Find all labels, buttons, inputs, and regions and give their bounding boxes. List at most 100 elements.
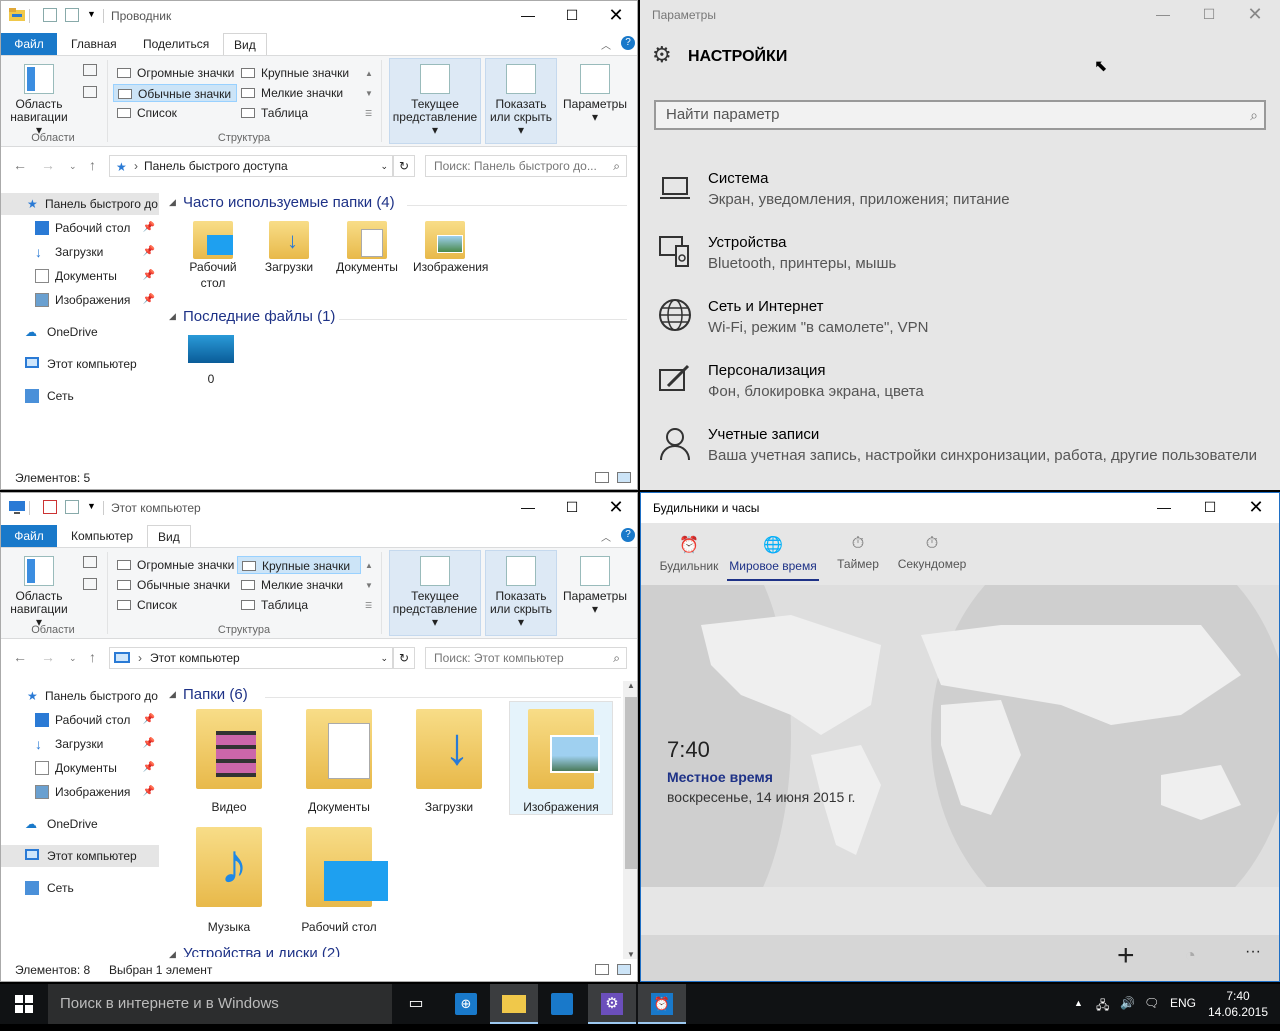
layout-list[interactable]: Список <box>113 104 237 122</box>
tab-computer[interactable]: Компьютер <box>61 525 143 547</box>
vertical-scrollbar[interactable]: ▲ ▼ <box>623 681 637 959</box>
title-bar[interactable]: Будильники и часы — ☐ ✕ <box>641 493 1279 523</box>
nav-documents[interactable]: Документы 📌 <box>1 265 159 287</box>
qat-properties-icon[interactable] <box>43 500 57 514</box>
details-pane-icon[interactable] <box>83 578 97 590</box>
qat-new-folder-icon[interactable] <box>65 500 79 514</box>
address-dropdown-icon[interactable]: ⌄ <box>380 156 388 176</box>
scrollbar-thumb[interactable] <box>625 697 637 869</box>
settings-app-icon[interactable]: ⚙ <box>588 984 636 1024</box>
folder-desktop[interactable]: Рабочий стол <box>299 827 388 935</box>
back-button[interactable]: ← <box>13 649 27 665</box>
layout-medium[interactable]: Обычные значки <box>113 576 237 594</box>
nav-pictures[interactable]: Изображения 📌 <box>1 781 159 803</box>
tab-timer[interactable]: ⏱ Таймер <box>831 535 885 571</box>
action-center-icon[interactable]: 🗨 <box>1144 996 1159 1010</box>
layout-details[interactable]: Таблица <box>237 596 361 614</box>
large-icons-view-icon[interactable] <box>617 472 631 483</box>
minimize-button[interactable]: — <box>505 493 551 523</box>
forward-button[interactable]: → <box>41 649 55 665</box>
minimize-button[interactable]: — <box>1140 0 1186 30</box>
layout-details[interactable]: Таблица <box>237 104 361 122</box>
refresh-button[interactable]: ↻ <box>393 647 415 669</box>
folder-music[interactable]: ♪ Музыка <box>189 827 269 935</box>
tab-alarm[interactable]: ⏰ Будильник <box>659 535 719 573</box>
search-input[interactable]: Поиск: Этот компьютер ⌕ <box>425 647 627 669</box>
back-button[interactable]: ← <box>13 157 27 173</box>
maximize-button[interactable]: ☐ <box>1187 493 1233 523</box>
nav-onedrive[interactable]: ☁ OneDrive <box>1 813 159 835</box>
options-button[interactable]: Параметры ▾ <box>561 64 629 124</box>
nav-this-pc[interactable]: Этот компьютер <box>1 353 159 375</box>
navigation-pane-button[interactable]: Область навигации ▾ <box>7 64 71 137</box>
tab-home[interactable]: Главная <box>61 33 127 55</box>
group-header-devices[interactable]: Устройства и диски (2) <box>183 945 340 957</box>
recent-locations-icon[interactable]: ⌄ <box>69 653 77 664</box>
folder-downloads[interactable]: ↓ Загрузки <box>257 221 321 275</box>
nav-network[interactable]: Сеть <box>1 385 159 407</box>
qat-properties-icon[interactable] <box>43 8 57 22</box>
group-header-folders[interactable]: Папки (6) <box>183 686 248 703</box>
address-bar[interactable]: ★ › Панель быстрого доступа ⌄ <box>109 155 393 177</box>
tab-view[interactable]: Вид <box>147 525 191 547</box>
folder-pictures[interactable]: Изображения <box>413 221 488 275</box>
show-hidden-icons-icon[interactable]: ▲ <box>1074 998 1083 1008</box>
more-options-button[interactable]: ··· <box>1245 943 1261 961</box>
nav-downloads[interactable]: ↓ Загрузки 📌 <box>1 241 159 263</box>
nav-downloads[interactable]: ↓ Загрузки 📌 <box>1 733 159 755</box>
details-view-icon[interactable] <box>595 964 609 975</box>
collapse-group-icon[interactable]: ◢ <box>169 197 176 208</box>
folder-pictures[interactable]: Изображения <box>509 701 613 815</box>
maximize-button[interactable]: ☐ <box>549 1 595 31</box>
file-explorer-icon[interactable] <box>490 984 538 1024</box>
current-view-button[interactable]: Текущее представление ▾ <box>391 64 479 137</box>
address-bar[interactable]: › Этот компьютер ⌄ <box>109 647 393 669</box>
layout-large[interactable]: Крупные значки <box>237 556 361 574</box>
nav-quick-access[interactable]: ★ Панель быстрого до <box>1 193 159 215</box>
layout-small[interactable]: Мелкие значки <box>237 84 361 102</box>
settings-category-system[interactable]: Система Экран, уведомления, приложения; … <box>658 170 1268 230</box>
navigation-pane-button[interactable]: Область навигации ▾ <box>7 556 71 629</box>
collapse-ribbon-icon[interactable]: ︿ <box>601 37 611 52</box>
recent-locations-icon[interactable]: ⌄ <box>69 161 77 172</box>
layout-medium[interactable]: Обычные значки <box>113 84 237 102</box>
nav-desktop[interactable]: Рабочий стол 📌 <box>1 217 159 239</box>
nav-this-pc[interactable]: Этот компьютер <box>1 845 159 867</box>
nav-onedrive[interactable]: ☁ OneDrive <box>1 321 159 343</box>
forward-button[interactable]: → <box>41 157 55 173</box>
maximize-button[interactable]: ☐ <box>1186 0 1232 30</box>
nav-quick-access[interactable]: ★ Панель быстрого до <box>1 685 159 707</box>
folder-videos[interactable]: Видео <box>189 709 269 815</box>
current-view-button[interactable]: Текущее представление ▾ <box>391 556 479 629</box>
address-dropdown-icon[interactable]: ⌄ <box>380 648 388 668</box>
minimize-button[interactable]: — <box>505 1 551 31</box>
alarms-app-icon[interactable]: ⏰ <box>638 984 686 1024</box>
layout-large[interactable]: Крупные значки <box>237 64 361 82</box>
network-icon[interactable]: 🖧 <box>1096 996 1109 1017</box>
tab-file[interactable]: Файл <box>1 33 57 55</box>
up-button[interactable]: ↑ <box>89 157 96 173</box>
settings-category-accounts[interactable]: Учетные записи Ваша учетная запись, наст… <box>658 426 1268 486</box>
layout-extra-large[interactable]: Огромные значки <box>113 64 237 82</box>
folder-downloads[interactable]: ↓ Загрузки <box>409 709 489 815</box>
volume-icon[interactable]: 🔊 <box>1120 996 1135 1010</box>
tab-share[interactable]: Поделиться <box>133 33 219 55</box>
layout-list[interactable]: Список <box>113 596 237 614</box>
folder-documents[interactable]: Документы <box>335 221 399 275</box>
group-header-frequent[interactable]: Часто используемые папки (4) <box>183 194 395 211</box>
preview-pane-icon[interactable] <box>83 556 97 568</box>
minimize-button[interactable]: — <box>1141 493 1187 523</box>
layout-scroll-icon[interactable]: ▲ ▼ ☰ <box>365 556 373 616</box>
options-button[interactable]: Параметры ▾ <box>561 556 629 616</box>
nav-documents[interactable]: Документы 📌 <box>1 757 159 779</box>
nav-pictures[interactable]: Изображения 📌 <box>1 289 159 311</box>
settings-category-devices[interactable]: Устройства Bluetooth, принтеры, мышь <box>658 234 1268 294</box>
show-hide-button[interactable]: Показать или скрыть ▾ <box>487 64 555 137</box>
title-bar[interactable]: ▼ Этот компьютер — ☐ ✕ <box>1 493 637 523</box>
qat-dropdown-icon[interactable]: ▼ <box>87 501 96 511</box>
add-button[interactable]: + <box>1117 939 1135 973</box>
details-pane-icon[interactable] <box>83 86 97 98</box>
collapse-group-icon[interactable]: ◢ <box>169 311 176 322</box>
layout-small[interactable]: Мелкие значки <box>237 576 361 594</box>
tab-world-clock[interactable]: 🌐 Мировое время <box>727 535 819 581</box>
